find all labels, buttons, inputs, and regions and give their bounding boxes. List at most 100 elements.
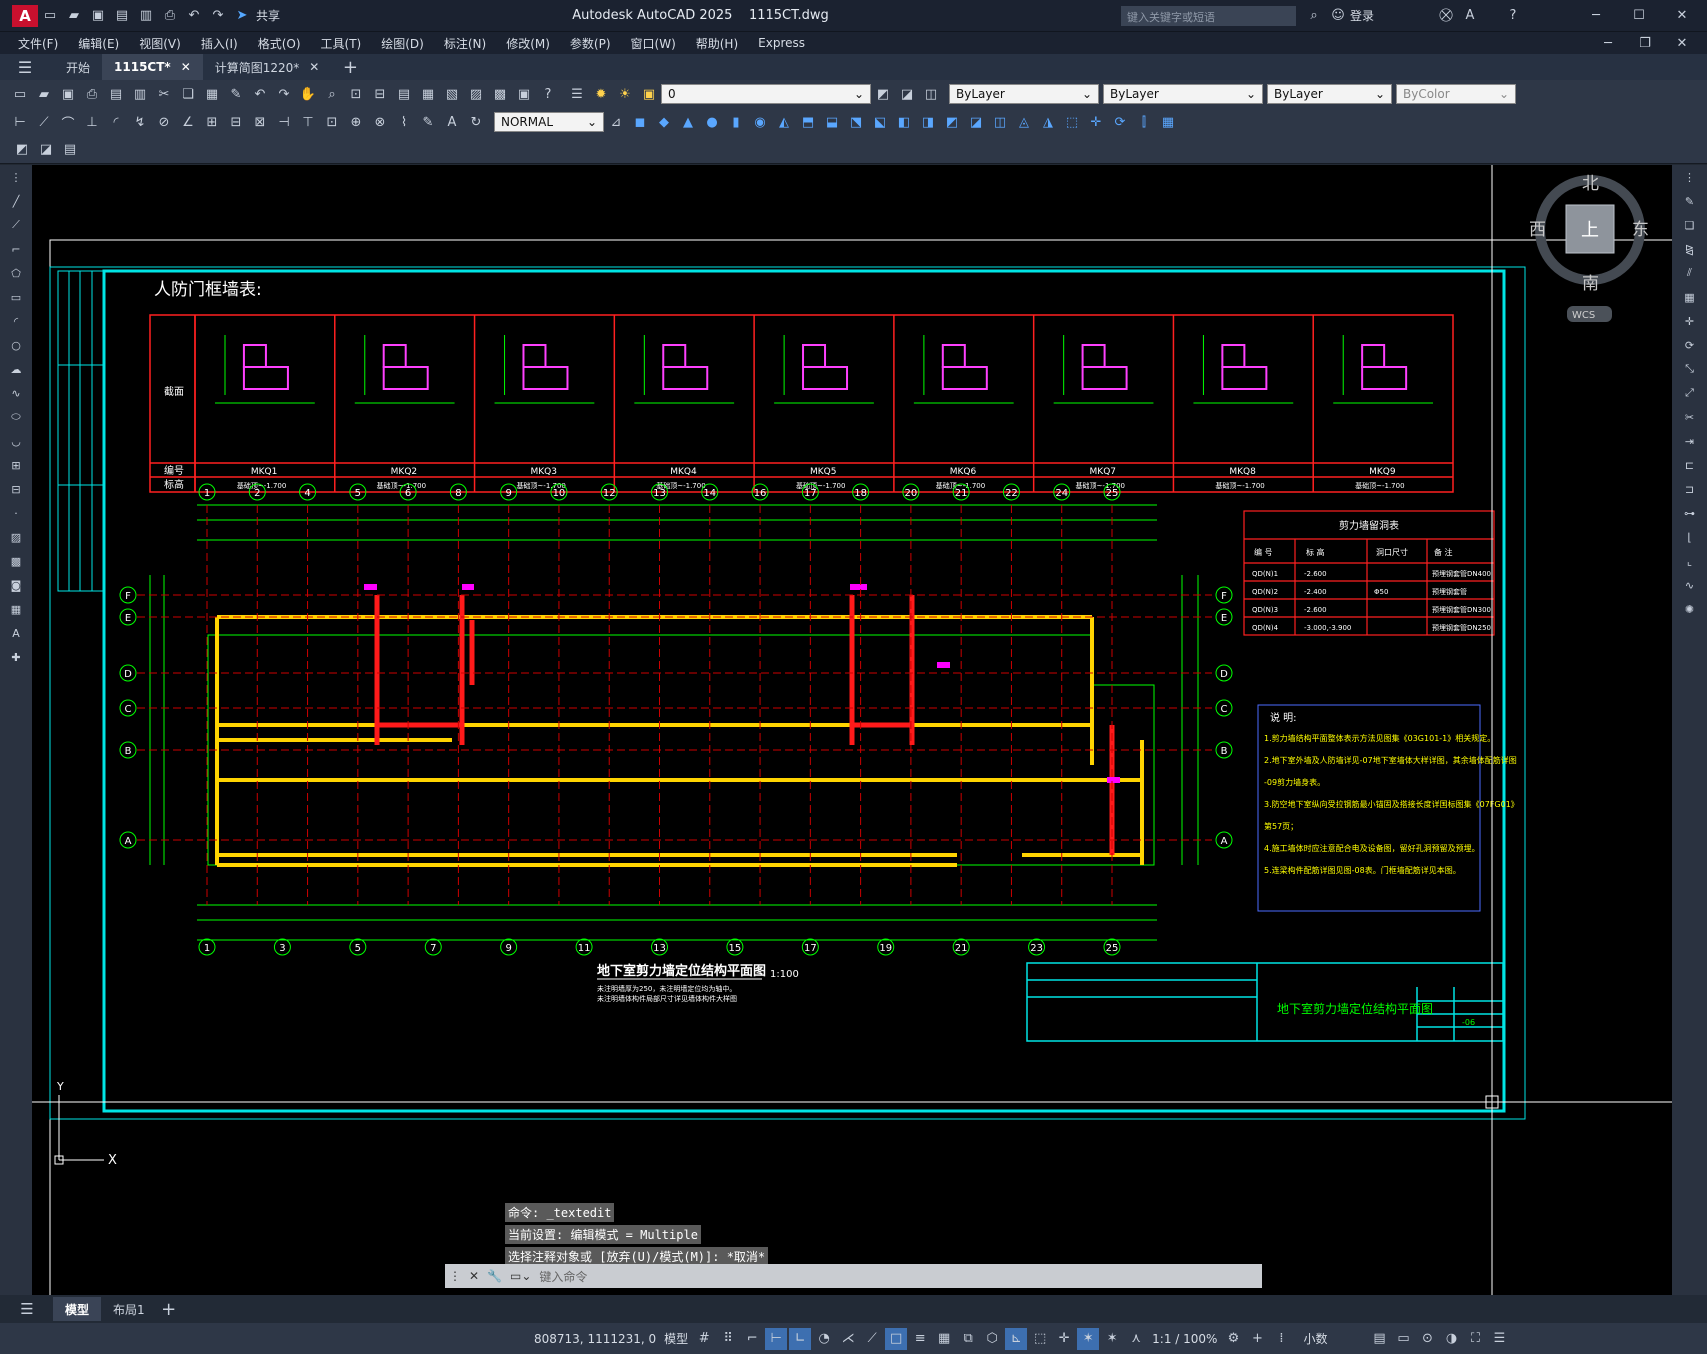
dim-linear-icon[interactable]: ⊢	[9, 111, 31, 133]
wedge-icon[interactable]: ◆	[653, 111, 675, 133]
polar-icon[interactable]: ◔	[813, 1328, 835, 1350]
tab-model[interactable]: 模型	[53, 1297, 102, 1321]
cone-icon[interactable]: ▲	[677, 111, 699, 133]
dim-baseline-icon[interactable]: ⊟	[225, 111, 247, 133]
tab-layout1[interactable]: 布局1	[101, 1297, 157, 1321]
customization-icon[interactable]: ☰	[1488, 1328, 1510, 1350]
object-snap-icon[interactable]: □	[885, 1327, 908, 1350]
ellipse-arc-icon[interactable]: ◡	[6, 431, 26, 451]
dim-text-edit-icon[interactable]: A	[441, 111, 463, 133]
menu-insert[interactable]: 插入(I)	[191, 35, 248, 52]
print-icon[interactable]: ⎙	[159, 5, 181, 27]
menu-modify[interactable]: 修改(M)	[496, 35, 560, 52]
line-icon[interactable]: ╱	[6, 191, 26, 211]
minimize-icon[interactable]: ─	[1585, 5, 1607, 27]
maximize-icon[interactable]: ☐	[1628, 5, 1650, 27]
stretch-icon[interactable]: ⤢	[1680, 383, 1700, 403]
cart-icon[interactable]: ⛒	[1435, 5, 1457, 27]
workspace-gear-icon[interactable]: ⚙	[1222, 1328, 1244, 1350]
center-mark-icon[interactable]: ⊕	[345, 111, 367, 133]
trim-icon[interactable]: ✂	[1680, 407, 1700, 427]
ellipse-icon[interactable]: ⬭	[6, 407, 26, 427]
snap-icon[interactable]: ⠿	[717, 1328, 739, 1350]
3d-align-icon[interactable]: ⫿	[1133, 111, 1155, 133]
menu-help[interactable]: 帮助(H)	[686, 35, 748, 52]
autocad-logo-icon[interactable]: A	[12, 4, 38, 27]
menu-file[interactable]: 文件(F)	[8, 35, 68, 52]
explode-icon[interactable]: ✺	[1680, 599, 1700, 619]
save-as-icon[interactable]: ▤	[111, 5, 133, 27]
layer-manager-icon[interactable]: ☰	[566, 83, 588, 105]
copy-object-icon[interactable]: ❏	[1680, 215, 1700, 235]
jog-line-icon[interactable]: ⌇	[393, 111, 415, 133]
erase-icon[interactable]: ✎	[1680, 191, 1700, 211]
scale-icon[interactable]: ⤡	[1680, 359, 1700, 379]
revolve-icon[interactable]: ⬓	[821, 111, 843, 133]
dim-continue-icon[interactable]: ⊠	[249, 111, 271, 133]
command-recent-icon[interactable]: ▭⌄	[506, 1269, 535, 1283]
command-line[interactable]: ⋮ ✕ 🔧 ▭⌄ 键入命令	[445, 1264, 1262, 1288]
lineweight-dropdown[interactable]: ByLayer ⌄	[1267, 84, 1392, 104]
share-icon[interactable]: ➤	[231, 5, 253, 27]
union-icon[interactable]: ◧	[893, 111, 915, 133]
help-toolbar-icon[interactable]: ?	[537, 83, 559, 105]
open-icon[interactable]: ▰	[33, 83, 55, 105]
gizmo-icon[interactable]: ✛	[1053, 1328, 1075, 1350]
infer-constraints-icon[interactable]: ⌐	[741, 1328, 763, 1350]
dim-arc-icon[interactable]: ⌒	[57, 111, 79, 133]
extrude-icon[interactable]: ⬒	[797, 111, 819, 133]
polyline-icon[interactable]: ⌐	[6, 239, 26, 259]
redo-icon[interactable]: ↷	[207, 5, 229, 27]
hatch-icon[interactable]: ▨	[6, 527, 26, 547]
dim-jogged-icon[interactable]: ↯	[129, 111, 151, 133]
new-file-icon[interactable]: ▭	[39, 5, 61, 27]
hamburger-menu-icon[interactable]: ☰	[14, 56, 36, 78]
lock-icon[interactable]: ▣	[638, 83, 660, 105]
torus-icon[interactable]: ◉	[749, 111, 771, 133]
zoom-previous-icon[interactable]: ⊟	[369, 83, 391, 105]
add-layout-icon[interactable]: +	[158, 1298, 180, 1320]
user-icon[interactable]: ☺	[1327, 5, 1349, 27]
properties-icon[interactable]: ▤	[393, 83, 415, 105]
join-icon[interactable]: ⊶	[1680, 503, 1700, 523]
array-icon[interactable]: ▦	[1680, 287, 1700, 307]
mtext-icon[interactable]: A	[6, 623, 26, 643]
dim-edit-icon[interactable]: ✎	[417, 111, 439, 133]
transparency-icon[interactable]: ▦	[933, 1328, 955, 1350]
quick-dim-icon[interactable]: ⊞	[201, 111, 223, 133]
publish-icon[interactable]: ▥	[135, 5, 157, 27]
thicken-icon[interactable]: ◮	[1037, 111, 1059, 133]
inspection-icon[interactable]: ⊗	[369, 111, 391, 133]
menu-window[interactable]: 窗口(W)	[621, 35, 686, 52]
publish-toolbar-icon[interactable]: ▥	[129, 83, 151, 105]
make-current-icon[interactable]: ◩	[872, 83, 894, 105]
mirror-icon[interactable]: ⧎	[1680, 239, 1700, 259]
menu-parametric[interactable]: 参数(P)	[560, 35, 621, 52]
break-icon[interactable]: ⊐	[1680, 479, 1700, 499]
login-button[interactable]: 登录	[1350, 7, 1374, 24]
undo-icon[interactable]: ↶	[183, 5, 205, 27]
cut-icon[interactable]: ✂	[153, 83, 175, 105]
grid-icon[interactable]: #	[693, 1328, 715, 1350]
dim-diameter-icon[interactable]: ⊘	[153, 111, 175, 133]
dynamic-input-icon[interactable]: ⊢	[765, 1327, 788, 1350]
circle-icon[interactable]: ○	[6, 335, 26, 355]
auto-scale-icon[interactable]: ✶	[1101, 1328, 1123, 1350]
3d-move-icon[interactable]: ✛	[1085, 111, 1107, 133]
undo-toolbar-icon[interactable]: ↶	[249, 83, 271, 105]
calculator-icon[interactable]: ▣	[513, 83, 535, 105]
new-tab-icon[interactable]: +	[339, 56, 361, 78]
zoom-realtime-icon[interactable]: ⌕	[321, 83, 343, 105]
table-icon[interactable]: ▤	[59, 139, 81, 161]
units-icon[interactable]: ⁞	[1270, 1328, 1292, 1350]
copy-icon[interactable]: ❏	[177, 83, 199, 105]
coordinates-readout[interactable]: 808713, 1111231, 0	[534, 1332, 656, 1346]
match-prop-icon[interactable]: ✎	[225, 83, 247, 105]
interfere-icon[interactable]: ⬚	[1061, 111, 1083, 133]
menu-format[interactable]: 格式(O)	[248, 35, 311, 52]
command-close-icon[interactable]: ✕	[465, 1269, 483, 1283]
linetype-dropdown[interactable]: ByLayer ⌄	[1103, 84, 1263, 104]
dim-angular-icon[interactable]: ∠	[177, 111, 199, 133]
dim-ordinate-icon[interactable]: ⊥	[81, 111, 103, 133]
menu-dimension[interactable]: 标注(N)	[434, 35, 496, 52]
